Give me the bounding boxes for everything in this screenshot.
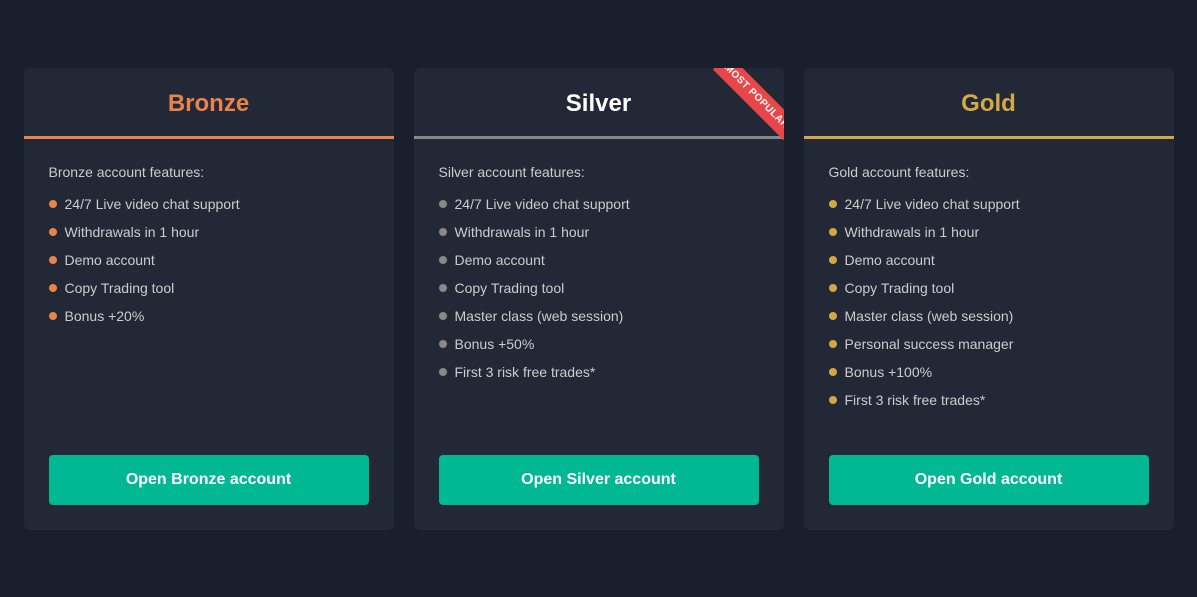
list-item: Demo account: [829, 252, 1149, 268]
card-gold-features-list: 24/7 Live video chat support Withdrawals …: [829, 196, 1149, 408]
bullet-icon: [439, 312, 447, 320]
list-item: 24/7 Live video chat support: [829, 196, 1149, 212]
bullet-icon: [49, 228, 57, 236]
card-bronze-features-label: Bronze account features:: [49, 164, 369, 180]
feature-text: Bonus +50%: [455, 336, 535, 352]
bullet-icon: [49, 312, 57, 320]
card-gold-footer: Open Gold account: [804, 440, 1174, 530]
most-popular-label: MOST POPULAR: [712, 68, 783, 140]
bullet-icon: [439, 340, 447, 348]
card-silver-footer: Open Silver account: [414, 440, 784, 530]
card-silver: MOST POPULARSilverSilver account feature…: [414, 68, 784, 530]
feature-text: Copy Trading tool: [455, 280, 565, 296]
bullet-icon: [49, 256, 57, 264]
list-item: Master class (web session): [829, 308, 1149, 324]
card-silver-body: Silver account features: 24/7 Live video …: [414, 139, 784, 440]
feature-text: Bonus +20%: [65, 308, 145, 324]
bullet-icon: [439, 256, 447, 264]
bullet-icon: [439, 200, 447, 208]
card-gold-header: Gold: [804, 68, 1174, 136]
open-gold-account-button[interactable]: Open Gold account: [829, 455, 1149, 505]
feature-text: Bonus +100%: [845, 364, 933, 380]
bullet-icon: [829, 368, 837, 376]
feature-text: 24/7 Live video chat support: [845, 196, 1020, 212]
pricing-cards: Bronze Bronze account features: 24/7 Live …: [24, 68, 1174, 530]
feature-text: Personal success manager: [845, 336, 1014, 352]
card-gold-title: Gold: [824, 90, 1154, 118]
bullet-icon: [439, 368, 447, 376]
feature-text: Copy Trading tool: [845, 280, 955, 296]
open-silver-account-button[interactable]: Open Silver account: [439, 455, 759, 505]
card-bronze-footer: Open Bronze account: [24, 440, 394, 530]
list-item: Bonus +20%: [49, 308, 369, 324]
list-item: Copy Trading tool: [829, 280, 1149, 296]
list-item: 24/7 Live video chat support: [49, 196, 369, 212]
card-bronze-title: Bronze: [44, 90, 374, 118]
bullet-icon: [439, 284, 447, 292]
list-item: Demo account: [439, 252, 759, 268]
card-bronze-features-list: 24/7 Live video chat support Withdrawals …: [49, 196, 369, 324]
list-item: 24/7 Live video chat support: [439, 196, 759, 212]
feature-text: Demo account: [845, 252, 935, 268]
card-gold-features-label: Gold account features:: [829, 164, 1149, 180]
feature-text: Demo account: [65, 252, 155, 268]
list-item: Demo account: [49, 252, 369, 268]
feature-text: Withdrawals in 1 hour: [65, 224, 200, 240]
bullet-icon: [829, 312, 837, 320]
card-gold: Gold Gold account features: 24/7 Live vide…: [804, 68, 1174, 530]
open-bronze-account-button[interactable]: Open Bronze account: [49, 455, 369, 505]
feature-text: Master class (web session): [455, 308, 624, 324]
feature-text: Copy Trading tool: [65, 280, 175, 296]
feature-text: 24/7 Live video chat support: [455, 196, 630, 212]
bullet-icon: [829, 396, 837, 404]
feature-text: 24/7 Live video chat support: [65, 196, 240, 212]
bullet-icon: [49, 200, 57, 208]
list-item: First 3 risk free trades*: [439, 364, 759, 380]
list-item: Bonus +100%: [829, 364, 1149, 380]
bullet-icon: [49, 284, 57, 292]
most-popular-ribbon: MOST POPULAR: [694, 68, 784, 158]
list-item: Master class (web session): [439, 308, 759, 324]
card-bronze-header: Bronze: [24, 68, 394, 136]
list-item: First 3 risk free trades*: [829, 392, 1149, 408]
feature-text: First 3 risk free trades*: [845, 392, 986, 408]
feature-text: Master class (web session): [845, 308, 1014, 324]
card-bronze-body: Bronze account features: 24/7 Live video …: [24, 139, 394, 440]
list-item: Personal success manager: [829, 336, 1149, 352]
feature-text: Withdrawals in 1 hour: [455, 224, 590, 240]
card-gold-body: Gold account features: 24/7 Live video ch…: [804, 139, 1174, 440]
list-item: Withdrawals in 1 hour: [439, 224, 759, 240]
list-item: Copy Trading tool: [439, 280, 759, 296]
card-bronze: Bronze Bronze account features: 24/7 Live …: [24, 68, 394, 530]
list-item: Withdrawals in 1 hour: [49, 224, 369, 240]
card-silver-features-label: Silver account features:: [439, 164, 759, 180]
list-item: Bonus +50%: [439, 336, 759, 352]
feature-text: First 3 risk free trades*: [455, 364, 596, 380]
bullet-icon: [439, 228, 447, 236]
feature-text: Withdrawals in 1 hour: [845, 224, 980, 240]
bullet-icon: [829, 256, 837, 264]
feature-text: Demo account: [455, 252, 545, 268]
list-item: Withdrawals in 1 hour: [829, 224, 1149, 240]
bullet-icon: [829, 340, 837, 348]
bullet-icon: [829, 284, 837, 292]
bullet-icon: [829, 200, 837, 208]
card-silver-features-list: 24/7 Live video chat support Withdrawals …: [439, 196, 759, 380]
list-item: Copy Trading tool: [49, 280, 369, 296]
bullet-icon: [829, 228, 837, 236]
